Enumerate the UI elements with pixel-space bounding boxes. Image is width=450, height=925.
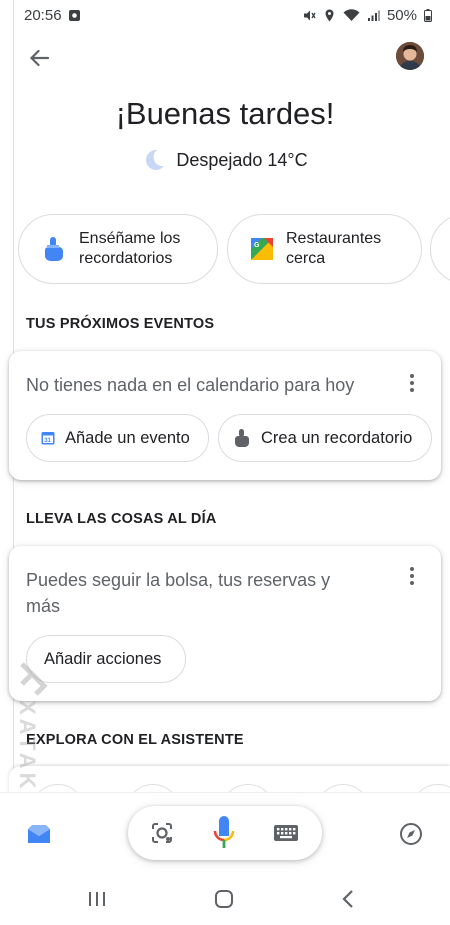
chip-more[interactable]: [430, 214, 450, 284]
recent-apps-button[interactable]: [86, 890, 108, 908]
create-reminder-button[interactable]: Crea un recordatorio: [218, 414, 432, 462]
assistant-bar: [0, 792, 450, 872]
lens-button[interactable]: [150, 821, 174, 845]
add-actions-label: Añadir acciones: [44, 649, 162, 668]
updates-button[interactable]: [26, 823, 52, 845]
chip-line2: cerca: [286, 250, 326, 267]
chip-line1: Restaurantes: [286, 230, 382, 247]
status-time: 20:56: [24, 6, 62, 24]
explore-carousel: [9, 766, 450, 794]
home-icon: [215, 890, 233, 908]
chip-line1: Enséñame los: [79, 230, 181, 247]
section-title-explore: EXPLORA CON EL ASISTENTE: [26, 732, 244, 748]
status-right: 50%: [303, 7, 432, 24]
system-nav-bar: [0, 872, 450, 925]
events-card: No tienes nada en el calendario para hoy…: [9, 351, 441, 480]
more-dot-icon: [410, 581, 414, 585]
status-left: 20:56: [24, 7, 81, 24]
back-button[interactable]: [24, 44, 54, 72]
keyboard-button[interactable]: [273, 822, 299, 844]
chip-line2: recordatorios: [79, 250, 173, 267]
maps-icon: G: [251, 238, 273, 260]
moon-icon: [146, 149, 165, 170]
explore-button[interactable]: [399, 822, 423, 846]
more-dot-icon: [410, 381, 414, 385]
home-button[interactable]: [214, 889, 234, 909]
chip-show-reminders[interactable]: Enséñame los recordatorios: [18, 214, 218, 284]
reminder-hand-icon: [235, 429, 249, 447]
svg-text:31: 31: [44, 438, 51, 444]
suggestion-chips: Enséñame los recordatorios G Restaurante…: [18, 214, 450, 284]
assistant-input-pill: [128, 806, 322, 860]
chip-label: Enséñame los recordatorios: [79, 229, 180, 269]
section-title-updates: LLEVA LAS COSAS AL DÍA: [26, 511, 217, 527]
more-options-button[interactable]: [405, 371, 419, 395]
inbox-tray-icon: [28, 825, 50, 843]
recent-apps-icon: [89, 892, 105, 906]
add-actions-button[interactable]: Añadir acciones: [26, 635, 186, 683]
section-title-events: TUS PRÓXIMOS EVENTOS: [26, 316, 215, 332]
app-header: [0, 38, 450, 78]
more-dot-icon: [410, 574, 414, 578]
notification-icon: [68, 9, 80, 21]
events-message: No tienes nada en el calendario para hoy: [26, 375, 355, 395]
watermark-icon: [20, 662, 48, 696]
microphone-button[interactable]: [212, 815, 236, 851]
more-options-button[interactable]: [405, 564, 419, 588]
add-event-label: Añade un evento: [65, 428, 190, 447]
svg-text:G: G: [254, 242, 260, 249]
compass-icon: [400, 823, 422, 845]
avatar[interactable]: [396, 42, 424, 70]
chip-label: Restaurantes cerca: [286, 229, 381, 269]
battery-text: 50%: [386, 6, 417, 24]
microphone-icon: [213, 816, 235, 848]
create-reminder-label: Crea un recordatorio: [261, 428, 413, 447]
greeting-title: ¡Buenas tardes!: [115, 96, 335, 131]
updates-message: Puedes seguir la bolsa, tus reservas y m…: [26, 570, 331, 616]
user-avatar-icon: [396, 42, 424, 70]
lens-icon: [152, 823, 172, 843]
calendar-icon: 31: [41, 432, 55, 445]
signal-icon: [367, 10, 380, 21]
location-icon: [325, 9, 334, 21]
weather-summary: Despejado 14°C: [0, 148, 450, 172]
more-dot-icon: [410, 374, 414, 378]
more-dot-icon: [410, 388, 414, 392]
updates-card: Puedes seguir la bolsa, tus reservas y m…: [9, 546, 441, 701]
chevron-left-icon: [342, 890, 353, 908]
status-bar: 20:56 50%: [0, 0, 450, 30]
reminder-hand-icon: [45, 237, 63, 261]
more-dot-icon: [410, 567, 414, 571]
weather-text: Despejado 14°C: [176, 149, 308, 170]
wifi-icon: [343, 8, 360, 21]
chip-restaurants-nearby[interactable]: G Restaurantes cerca: [227, 214, 422, 284]
arrow-back-icon: [29, 49, 49, 67]
mute-icon: [303, 10, 316, 20]
add-event-button[interactable]: 31 Añade un evento: [26, 414, 209, 462]
nav-back-button[interactable]: [340, 889, 356, 909]
battery-icon: [424, 8, 432, 22]
keyboard-icon: [274, 825, 298, 841]
